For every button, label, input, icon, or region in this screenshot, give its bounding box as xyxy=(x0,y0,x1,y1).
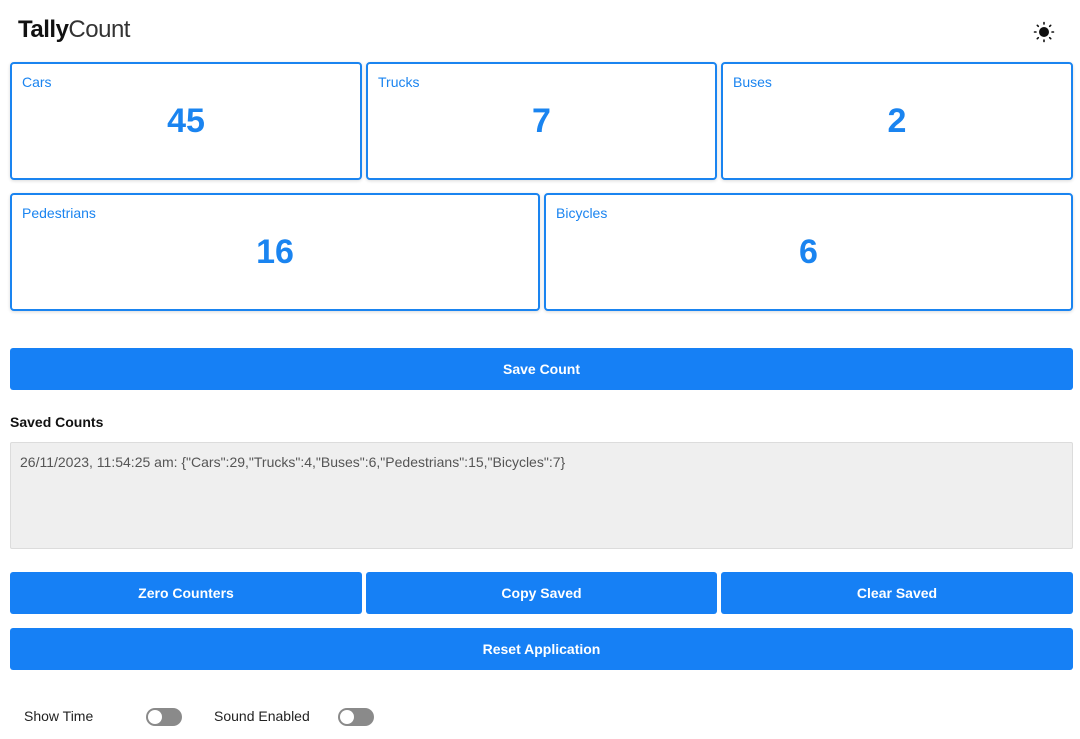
counter-buses[interactable]: Buses 2 xyxy=(721,62,1073,180)
saved-counts-title: Saved Counts xyxy=(10,414,104,430)
app-header: TallyCount xyxy=(18,14,1062,50)
logo-light-text: Count xyxy=(68,16,130,43)
counter-cars[interactable]: Cars 45 xyxy=(10,62,362,180)
counter-value: 6 xyxy=(799,233,818,271)
counter-label: Buses xyxy=(733,74,772,90)
saved-counts-box[interactable]: 26/11/2023, 11:54:25 am: {"Cars":29,"Tru… xyxy=(10,442,1073,549)
logo-bold-text: Tally xyxy=(18,16,69,43)
counter-value: 16 xyxy=(256,233,294,271)
counter-pedestrians[interactable]: Pedestrians 16 xyxy=(10,193,540,311)
theme-toggle-button[interactable] xyxy=(1032,20,1056,44)
toggle-knob xyxy=(340,710,354,724)
counter-label: Bicycles xyxy=(556,205,608,221)
show-time-label: Show Time xyxy=(24,708,94,724)
counter-trucks[interactable]: Trucks 7 xyxy=(366,62,717,180)
sound-enabled-label: Sound Enabled xyxy=(214,708,310,724)
show-time-toggle[interactable] xyxy=(146,708,182,726)
counter-label: Pedestrians xyxy=(22,205,96,221)
toggle-knob xyxy=(148,710,162,724)
clear-saved-button[interactable]: Clear Saved xyxy=(721,572,1073,614)
sun-icon xyxy=(1033,21,1055,43)
copy-saved-button[interactable]: Copy Saved xyxy=(366,572,717,614)
reset-application-button[interactable]: Reset Application xyxy=(10,628,1073,670)
zero-counters-button[interactable]: Zero Counters xyxy=(10,572,362,614)
saved-count-entry: 26/11/2023, 11:54:25 am: {"Cars":29,"Tru… xyxy=(20,454,566,470)
counter-value: 2 xyxy=(887,102,907,140)
save-count-button[interactable]: Save Count xyxy=(10,348,1073,390)
sound-enabled-toggle[interactable] xyxy=(338,708,374,726)
counter-value: 45 xyxy=(167,102,205,140)
counter-label: Cars xyxy=(22,74,52,90)
counter-value: 7 xyxy=(532,102,551,140)
counter-bicycles[interactable]: Bicycles 6 xyxy=(544,193,1073,311)
counter-label: Trucks xyxy=(378,74,420,90)
app-logo: TallyCount xyxy=(18,16,130,44)
